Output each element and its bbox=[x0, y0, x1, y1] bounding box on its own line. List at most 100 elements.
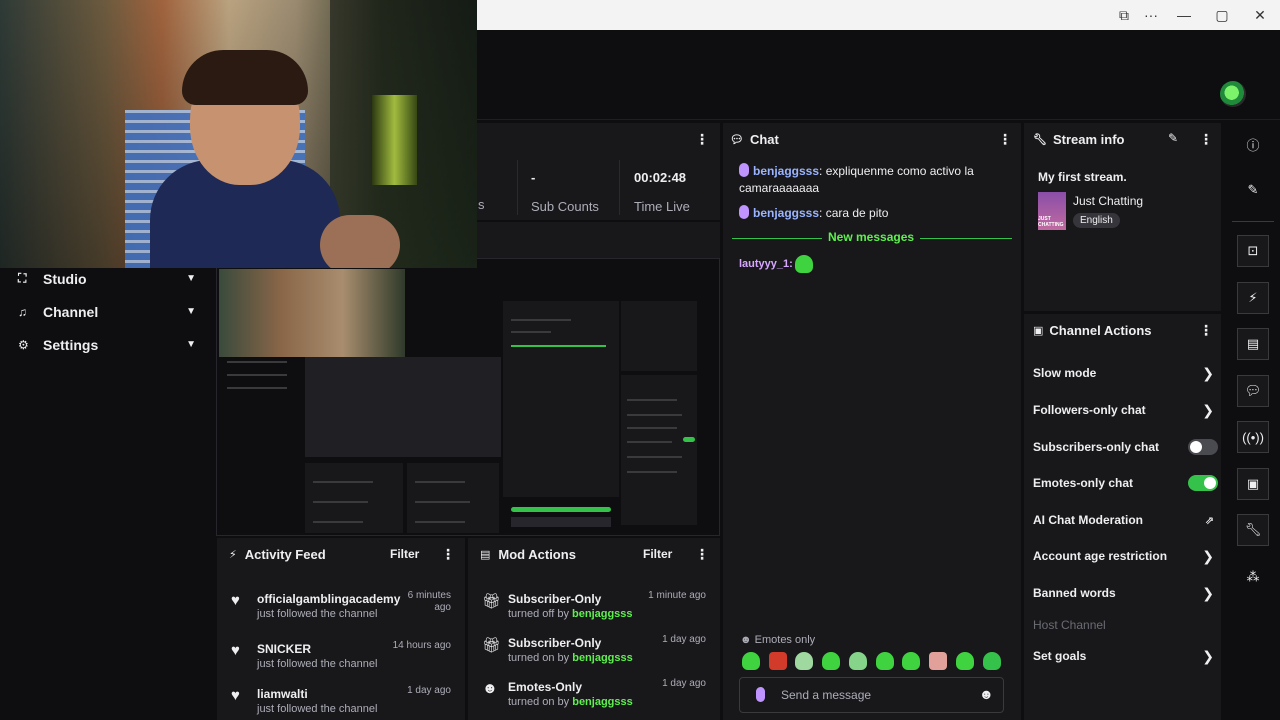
emoji-picker-icon[interactable]: ☻ bbox=[979, 686, 994, 702]
heart-icon: ♥ bbox=[231, 642, 240, 659]
chat-input[interactable]: Send a message ☻ bbox=[739, 677, 1004, 713]
activity-item: ♥ SNICKER just followed the channel 14 h… bbox=[231, 640, 451, 670]
channel-actions-icon: ▣ bbox=[1033, 324, 1044, 337]
heart-icon: ♥ bbox=[231, 687, 240, 704]
chat-input-placeholder: Send a message bbox=[781, 688, 872, 702]
emote-icon[interactable] bbox=[983, 652, 1001, 670]
nav-item-channel[interactable]: ♫ Channel ▼ bbox=[0, 295, 216, 328]
stat-time-live: 00:02:48 Time Live bbox=[634, 170, 690, 214]
wrench-icon: 🔧︎ bbox=[1033, 133, 1047, 146]
chat-username[interactable]: lautyyy_1: bbox=[739, 258, 793, 270]
emotes-only-item: Emotes-only chat bbox=[1033, 473, 1218, 493]
emote-icon[interactable] bbox=[769, 652, 787, 670]
info-icon[interactable]: ⓘ bbox=[1237, 130, 1269, 158]
mic-icon bbox=[756, 687, 765, 702]
stream-info-menu-icon[interactable]: ⋮ bbox=[1199, 131, 1213, 148]
mod-action-item: 🎁︎ Subscriber-Only turned on by benjaggs… bbox=[482, 634, 706, 664]
maximize-icon[interactable]: ▢ bbox=[1208, 4, 1236, 26]
mod-actions-title: Mod Actions bbox=[498, 546, 576, 562]
chat-message: benjaggsss: cara de pito bbox=[739, 205, 1014, 222]
document-icon: ▤ bbox=[480, 548, 491, 561]
chat-bubble-icon[interactable]: 💬︎ bbox=[1237, 375, 1269, 407]
new-messages-label: New messages bbox=[822, 230, 921, 244]
mod-actions-panel: ▤ Mod Actions Filter ⋮ 🎁︎ Subscriber-Onl… bbox=[468, 538, 720, 720]
stream-info-title: Stream info bbox=[1052, 131, 1125, 147]
mod-action-item: ☻ Emotes-Only turned on by benjaggsss 1 … bbox=[482, 678, 706, 708]
gear-icon: ⚙ bbox=[18, 337, 29, 352]
language-tag: English bbox=[1073, 213, 1120, 228]
nav-item-settings[interactable]: ⚙ Settings ▼ bbox=[0, 328, 216, 361]
stream-preview bbox=[216, 258, 720, 536]
mod-menu-icon[interactable]: ⋮ bbox=[695, 546, 709, 563]
emotes-only-toggle[interactable] bbox=[1188, 475, 1218, 491]
studio-icon: ⛶ bbox=[18, 271, 27, 285]
lightning-icon[interactable]: ⚡ bbox=[1237, 282, 1269, 314]
emote-icon[interactable] bbox=[822, 652, 840, 670]
stats-divider bbox=[517, 160, 518, 215]
edit-icon[interactable]: ✎ bbox=[1168, 131, 1178, 145]
slow-mode-item[interactable]: Slow mode ❯ bbox=[1033, 363, 1218, 383]
emote-mode-icon: ☻ bbox=[740, 634, 752, 646]
emote-icon[interactable] bbox=[929, 652, 947, 670]
channel-actions-title: Channel Actions bbox=[1049, 322, 1152, 338]
emote-icon bbox=[795, 255, 813, 273]
emote-icon[interactable] bbox=[849, 652, 867, 670]
account-age-item[interactable]: Account age restriction ❯ bbox=[1033, 546, 1218, 566]
stream-category[interactable]: Just Chatting bbox=[1073, 194, 1143, 208]
set-goals-item[interactable]: Set goals ❯ bbox=[1033, 646, 1218, 666]
stream-info-panel: 🔧︎ Stream info ✎ ⋮ My first stream. JUST… bbox=[1024, 123, 1221, 311]
more-icon[interactable]: ··· bbox=[1137, 4, 1165, 26]
host-channel-item: Host Channel bbox=[1033, 618, 1106, 632]
chevron-right-icon: ❯ bbox=[1202, 547, 1214, 564]
stat-partial: s bbox=[478, 197, 485, 212]
chat-menu-icon[interactable]: ⋮ bbox=[998, 131, 1012, 148]
chevron-down-icon: ▼ bbox=[186, 306, 196, 317]
chat-bubble-icon: 💬︎ bbox=[730, 133, 744, 146]
add-widget-icon[interactable]: ⁂ bbox=[1237, 563, 1269, 591]
minimize-icon[interactable]: — bbox=[1170, 4, 1198, 26]
chat-title: Chat bbox=[749, 131, 779, 147]
wrench-icon[interactable]: 🔧︎ bbox=[1237, 514, 1269, 546]
lightning-icon: ⚡ bbox=[229, 548, 237, 561]
rail-divider bbox=[1232, 221, 1274, 222]
empty-panel bbox=[477, 222, 720, 258]
chevron-right-icon: ❯ bbox=[1202, 364, 1214, 381]
broadcast-icon[interactable]: ((•)) bbox=[1237, 421, 1269, 453]
activity-menu-icon[interactable]: ⋮ bbox=[441, 546, 455, 563]
activity-feed-title: Activity Feed bbox=[244, 546, 326, 562]
emote-icon[interactable] bbox=[742, 652, 760, 670]
activity-item: ♥ officialgamblingacademy just followed … bbox=[231, 590, 451, 620]
mod-filter-button[interactable]: Filter bbox=[643, 547, 672, 561]
activity-feed-panel: ⚡ Activity Feed Filter ⋮ ♥ officialgambl… bbox=[217, 538, 465, 720]
snap-icon[interactable]: ⧉ bbox=[1110, 4, 1138, 26]
stats-menu-icon[interactable]: ⋮ bbox=[695, 131, 709, 148]
category-thumbnail[interactable]: JUST CHATTING bbox=[1038, 192, 1066, 230]
emote-icon[interactable] bbox=[956, 652, 974, 670]
stats-divider bbox=[619, 160, 620, 215]
subscribers-only-item: Subscribers-only chat bbox=[1033, 437, 1218, 457]
emote-icon[interactable] bbox=[795, 652, 813, 670]
followers-only-item[interactable]: Followers-only chat ❯ bbox=[1033, 400, 1218, 420]
emote-bar bbox=[740, 652, 1010, 672]
gift-icon: 🎁︎ bbox=[482, 593, 502, 610]
channel-actions-menu-icon[interactable]: ⋮ bbox=[1199, 322, 1213, 339]
emote-icon[interactable] bbox=[902, 652, 920, 670]
scene-icon[interactable]: ⊡ bbox=[1237, 235, 1269, 267]
emotes-only-indicator: ☻ Emotes only bbox=[740, 634, 816, 646]
mod-action-item: 🎁︎ Subscriber-Only turned off by benjagg… bbox=[482, 590, 706, 620]
subscribers-only-toggle[interactable] bbox=[1188, 439, 1218, 455]
ai-moderation-item[interactable]: AI Chat Moderation ⇗ bbox=[1033, 510, 1218, 530]
edit-icon[interactable]: ✎ bbox=[1237, 176, 1269, 204]
chevron-right-icon: ❯ bbox=[1202, 401, 1214, 418]
banned-words-item[interactable]: Banned words ❯ bbox=[1033, 583, 1218, 603]
avatar[interactable] bbox=[1220, 81, 1246, 107]
chevron-right-icon: ❯ bbox=[1202, 584, 1214, 601]
heart-icon: ♥ bbox=[231, 592, 240, 609]
activity-filter-button[interactable]: Filter bbox=[390, 547, 419, 561]
chevron-down-icon: ▼ bbox=[186, 339, 196, 350]
channel-actions-icon[interactable]: ▣ bbox=[1237, 468, 1269, 500]
document-icon[interactable]: ▤ bbox=[1237, 328, 1269, 360]
mic-badge-icon bbox=[739, 205, 749, 219]
close-icon[interactable]: ✕ bbox=[1246, 4, 1274, 26]
emote-icon[interactable] bbox=[876, 652, 894, 670]
